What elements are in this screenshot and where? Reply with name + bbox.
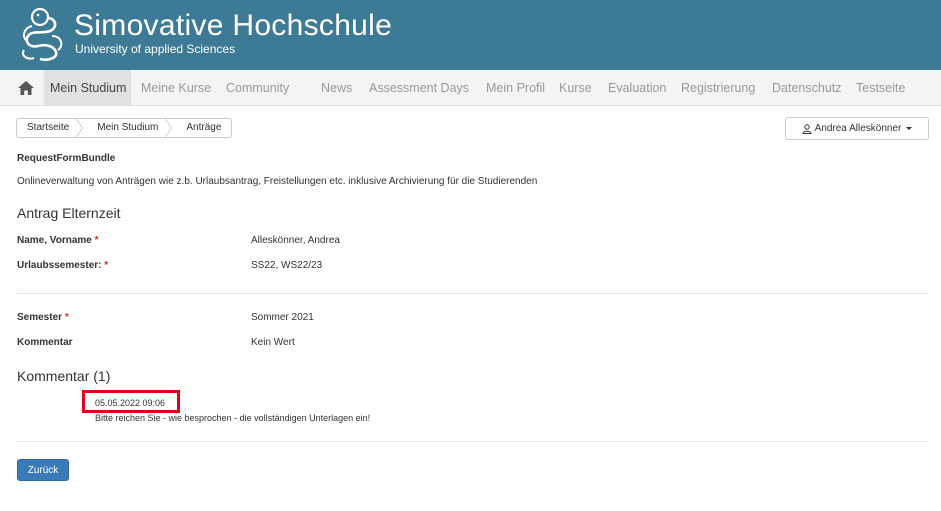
field-value-kommentar: Kein Wert bbox=[251, 337, 295, 348]
field-value-urlaubssemester: SS22, WS22/23 bbox=[251, 260, 323, 271]
form-title: Antrag Elternzeit bbox=[17, 205, 121, 221]
main-nav: Mein Studium Meine Kurse Community News … bbox=[0, 70, 941, 106]
comment-date: 05.05.2022 09:06 bbox=[95, 398, 166, 408]
brand-title[interactable]: Simovative Hochschule bbox=[74, 9, 392, 43]
nav-item-community[interactable]: Community bbox=[220, 70, 295, 106]
nav-item-testseite[interactable]: Testseite bbox=[850, 70, 911, 106]
brand-subtitle: University of applied Sciences bbox=[75, 42, 236, 56]
user-menu-button[interactable]: Andrea Alleskönner bbox=[785, 117, 929, 140]
breadcrumb-mein-studium[interactable]: Mein Studium bbox=[83, 119, 173, 137]
field-label-kommentar: Kommentar bbox=[17, 337, 73, 348]
field-label-name: Name, Vorname * bbox=[17, 235, 99, 246]
site-header: Simovative Hochschule University of appl… bbox=[0, 0, 941, 70]
nav-item-meine-kurse[interactable]: Meine Kurse bbox=[135, 70, 217, 106]
bundle-name: RequestFormBundle bbox=[17, 153, 116, 164]
nav-item-mein-studium[interactable]: Mein Studium bbox=[44, 70, 131, 106]
nav-item-registrierung[interactable]: Registrierung bbox=[675, 70, 761, 106]
snake-logo-icon[interactable] bbox=[18, 6, 66, 62]
divider bbox=[17, 293, 928, 294]
user-menu-label: Andrea Alleskönner bbox=[814, 123, 902, 134]
chevron-down-icon bbox=[906, 127, 913, 130]
back-button[interactable]: Zurück bbox=[17, 459, 69, 481]
required-marker: * bbox=[104, 260, 109, 271]
required-marker: * bbox=[94, 235, 99, 246]
nav-item-datenschutz[interactable]: Datenschutz bbox=[766, 70, 847, 106]
bundle-description: Onlineverwaltung von Anträgen wie z.b. U… bbox=[17, 176, 538, 187]
breadcrumb-startseite[interactable]: Startseite bbox=[17, 119, 84, 137]
nav-item-assessment-days[interactable]: Assessment Days bbox=[363, 70, 475, 106]
field-value-semester: Sommer 2021 bbox=[251, 312, 314, 323]
field-label-urlaubssemester: Urlaubssemester: * bbox=[17, 260, 109, 271]
nav-item-evaluation[interactable]: Evaluation bbox=[602, 70, 672, 106]
nav-item-mein-profil[interactable]: Mein Profil bbox=[480, 70, 551, 106]
nav-item-news[interactable]: News bbox=[315, 70, 358, 106]
comment-text: Bitte reichen Sie - wie besprochen - die… bbox=[95, 413, 371, 423]
nav-item-kurse[interactable]: Kurse bbox=[553, 70, 598, 106]
field-value-name: Alleskönner, Andrea bbox=[251, 235, 340, 246]
breadcrumb-antraege: Anträge bbox=[186, 122, 222, 133]
field-label-semester: Semester * bbox=[17, 312, 69, 323]
divider bbox=[17, 441, 928, 442]
home-icon bbox=[18, 81, 34, 95]
breadcrumb: Startseite Mein Studium Anträge bbox=[16, 118, 233, 138]
user-icon bbox=[802, 123, 812, 134]
nav-home[interactable] bbox=[8, 70, 44, 106]
comments-title: Kommentar (1) bbox=[17, 368, 111, 384]
required-marker: * bbox=[64, 312, 69, 323]
